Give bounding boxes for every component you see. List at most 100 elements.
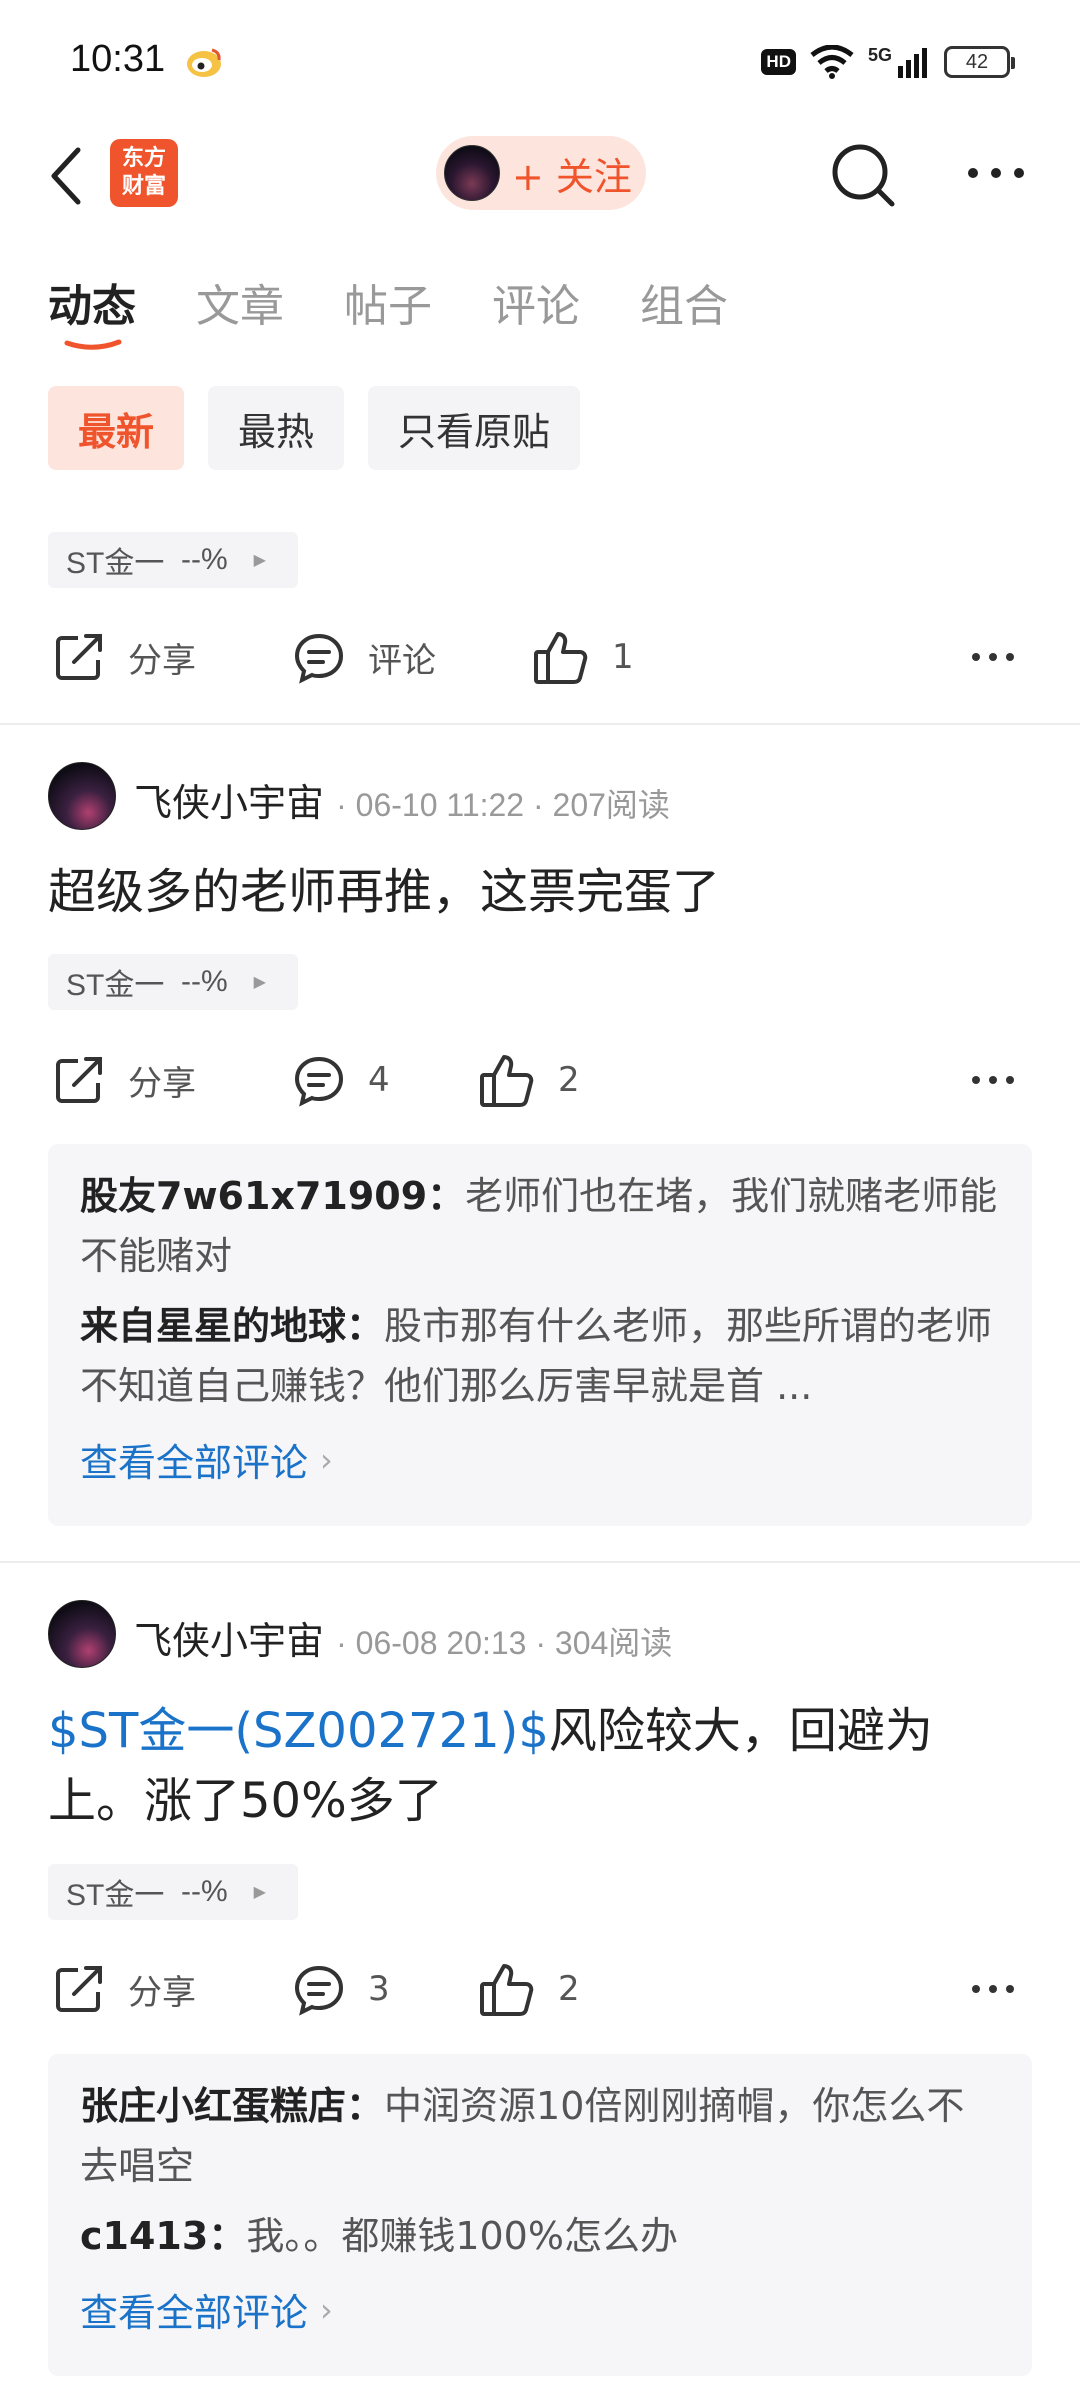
avatar[interactable] [48,762,116,830]
stock-tag[interactable]: ST金一 --% ▶ [48,954,298,1010]
like-count: 2 [558,1969,580,2009]
share-icon [56,634,102,680]
signal-icon [898,48,927,78]
share-icon [56,1966,102,2012]
logo-line1: 东方 [121,146,166,171]
comment-preview-box: 张庄小红蛋糕店：中润资源10倍刚刚摘帽，你怎么不去唱空 c1413：我。。都赚钱… [48,2054,1032,2376]
follow-label: + 关注 [512,154,632,199]
share-label: 分享 [128,1063,196,1104]
post-more-button[interactable] [970,1045,1038,1115]
share-label: 分享 [128,640,196,681]
tag-arrow-icon: ▶ [253,974,266,991]
stock-change: --% [181,1875,228,1908]
post-more-button[interactable] [970,622,1038,692]
stock-change: --% [181,543,228,576]
like-count: 2 [558,1060,580,1100]
comment-count: 3 [368,1969,390,2009]
share-icon [56,1057,102,1103]
comment-button[interactable]: 评论 [292,622,436,692]
thumbs-up-icon [480,1964,534,2016]
avatar[interactable] [48,1600,116,1668]
tab-comments[interactable]: 评论 [492,270,580,334]
comment-button[interactable]: 4 [292,1045,390,1115]
back-icon[interactable] [48,146,84,206]
author-name[interactable]: 飞侠小宇宙 [134,781,324,825]
post-text[interactable]: 超级多的老师再推，这票完蛋了 [48,857,1028,927]
share-label: 分享 [128,1972,196,2013]
filter-original-only[interactable]: 只看原贴 [368,386,581,470]
view-all-comments-link[interactable]: 查看全部评论 › [80,1432,1000,1487]
stock-name: ST金一 [66,969,165,1002]
share-button[interactable]: 分享 [52,1954,196,2024]
hd-badge: HD [761,49,796,75]
like-button[interactable]: 2 [478,1045,580,1115]
avatar [444,145,500,201]
more-icon[interactable] [966,166,1026,180]
action-row: 分享 3 2 [48,1954,1038,2024]
like-button[interactable]: 2 [478,1954,580,2024]
more-icon [972,1076,1014,1084]
share-button[interactable]: 分享 [52,622,196,692]
comment-user[interactable]: 股友7w61x71909 [80,1174,427,1218]
comment-user[interactable]: 来自星星的地球 [80,1304,346,1348]
network-label: 5G [867,44,892,65]
status-time: 10:31 [70,38,166,80]
stock-tag[interactable]: ST金一 --% ▶ [48,532,298,588]
post-author[interactable]: 飞侠小宇宙 · 06-10 11:22 · 207阅读 [134,772,670,827]
tab-posts[interactable]: 帖子 [344,270,432,334]
battery-icon: 42 [944,46,1015,78]
chevron-right-icon: › [320,2290,333,2329]
author-name[interactable]: 飞侠小宇宙 [134,1619,324,1663]
stock-name: ST金一 [66,547,165,580]
comment-label: 评论 [368,640,436,681]
filter-hot[interactable]: 最热 [208,386,345,470]
share-button[interactable]: 分享 [52,1045,196,1115]
stock-tag[interactable]: ST金一 --% ▶ [48,1864,298,1920]
tab-portfolio[interactable]: 组合 [640,270,728,334]
comment-item[interactable]: c1413：我。。都赚钱100%怎么办 [80,2206,1000,2266]
search-icon[interactable] [828,140,898,210]
app-logo[interactable]: 东方 财富 [110,139,178,207]
filter-latest[interactable]: 最新 [48,386,185,470]
comment-item[interactable]: 股友7w61x71909：老师们也在堵，我们就赌老师能不能赌对 [80,1166,1000,1286]
tag-arrow-icon: ▶ [253,552,266,569]
stock-name: ST金一 [66,1879,165,1912]
comment-text: 我。。都赚钱100%怎么办 [246,2214,678,2258]
comment-icon [294,1056,344,1107]
comment-icon [294,633,344,684]
comment-count: 4 [368,1060,390,1100]
comment-button[interactable]: 3 [292,1954,390,2024]
tab-active-indicator [64,339,122,350]
post-more-button[interactable] [970,1954,1038,2024]
follow-button[interactable]: + 关注 [436,136,646,210]
comment-preview-box: 股友7w61x71909：老师们也在堵，我们就赌老师能不能赌对 来自星星的地球：… [48,1144,1032,1526]
action-row: 分享 评论 1 [48,622,1038,692]
post-text[interactable]: $ST金一(SZ002721)$风险较大，回避为上。涨了50%多了 [48,1696,1028,1836]
post-meta: · 06-08 20:13 · 304阅读 [336,1625,673,1661]
more-icon [972,653,1014,661]
comment-item[interactable]: 来自星星的地球：股市那有什么老师，那些所谓的老师不知道自己赚钱？他们那么厉害早就… [80,1296,1000,1416]
comment-colon: ： [427,1174,466,1218]
status-right: HD 5G 42 [761,42,1015,82]
chevron-right-icon: › [320,1440,333,1479]
view-all-label: 查看全部评论 [80,1441,309,1485]
logo-line2: 财富 [121,174,166,199]
comment-icon [294,1965,344,2016]
like-count: 1 [612,637,634,677]
tab-articles[interactable]: 文章 [196,270,284,334]
comment-colon: ： [346,2084,385,2128]
post-meta: · 06-10 11:22 · 207阅读 [336,787,670,823]
view-all-comments-link[interactable]: 查看全部评论 › [80,2282,1000,2337]
view-all-label: 查看全部评论 [80,2291,309,2335]
stock-link[interactable]: $ST金一(SZ002721)$ [48,1703,549,1759]
like-button[interactable]: 1 [532,622,634,692]
comment-item[interactable]: 张庄小红蛋糕店：中润资源10倍刚刚摘帽，你怎么不去唱空 [80,2076,1000,2196]
weibo-icon [187,48,221,77]
comment-user[interactable]: c1413 [80,2214,208,2258]
comment-colon: ： [208,2214,247,2258]
tag-arrow-icon: ▶ [253,1884,266,1901]
tab-dynamic[interactable]: 动态 [48,270,136,334]
thumbs-up-icon [534,632,588,684]
comment-user[interactable]: 张庄小红蛋糕店 [80,2084,346,2128]
post-author[interactable]: 飞侠小宇宙 · 06-08 20:13 · 304阅读 [134,1610,672,1665]
